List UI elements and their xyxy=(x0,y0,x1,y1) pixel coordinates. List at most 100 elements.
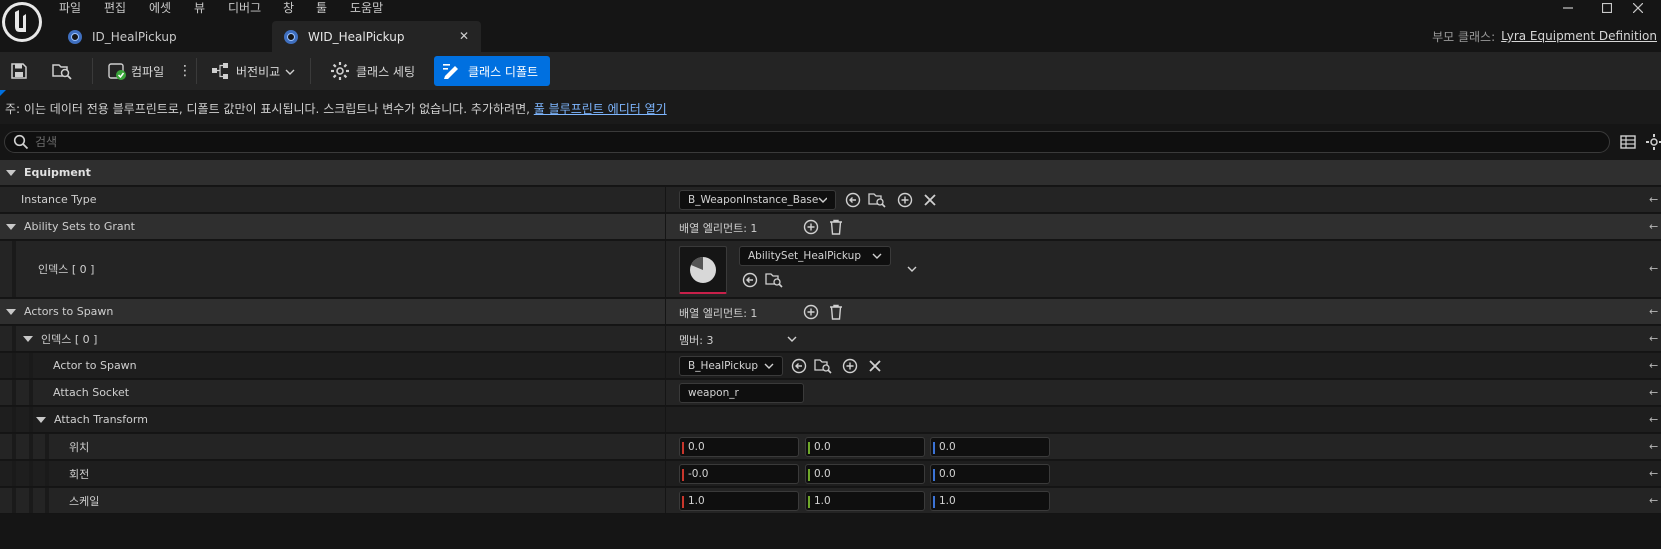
table-view-button[interactable] xyxy=(1620,134,1636,150)
column-splitter[interactable] xyxy=(665,299,666,324)
search-input[interactable] xyxy=(35,134,1535,150)
save-button[interactable] xyxy=(10,56,32,86)
add-icon[interactable] xyxy=(896,191,914,209)
unreal-logo-icon[interactable] xyxy=(0,0,46,46)
category-label: Equipment xyxy=(24,166,91,179)
toolbar-separator xyxy=(92,58,93,84)
property-ability-sets[interactable]: Ability Sets to Grant 배열 엘리먼트: 1 ← xyxy=(0,214,1661,240)
compile-button[interactable]: 컴파일 xyxy=(107,56,164,86)
tab-id-healpickup[interactable]: ID_HealPickup xyxy=(56,21,271,52)
trash-icon[interactable] xyxy=(827,218,845,236)
property-label: Attach Socket xyxy=(53,386,130,399)
add-element-icon[interactable] xyxy=(802,303,820,321)
collapse-arrow-icon[interactable] xyxy=(6,223,16,230)
column-splitter[interactable] xyxy=(665,326,666,351)
array-count: 배열 엘리먼트: 1 xyxy=(679,222,758,235)
use-selected-icon[interactable] xyxy=(790,357,808,375)
menu-window[interactable]: 창 xyxy=(283,0,294,16)
dropdown-value: B_HealPickup xyxy=(688,360,759,372)
chevron-down-icon xyxy=(872,253,882,259)
attach-socket-input[interactable]: weapon_r xyxy=(679,383,804,403)
collapse-arrow-icon[interactable] xyxy=(6,308,16,315)
reset-to-default-icon[interactable]: ← xyxy=(1649,386,1661,399)
instance-type-dropdown[interactable]: B_WeaponInstance_Base xyxy=(679,190,836,210)
browse-button[interactable] xyxy=(52,56,74,86)
reset-to-default-icon[interactable]: ← xyxy=(1649,332,1661,345)
reset-to-default-icon[interactable]: ← xyxy=(1649,359,1661,372)
column-splitter[interactable] xyxy=(665,488,666,513)
scale-x-input[interactable]: 1.0 xyxy=(679,491,799,511)
scale-z-input[interactable]: 1.0 xyxy=(930,491,1050,511)
rotation-z-input[interactable]: 0.0 xyxy=(930,464,1050,484)
menu-tools[interactable]: 툴 xyxy=(316,0,327,16)
scale-y-input[interactable]: 1.0 xyxy=(805,491,925,511)
property-attach-socket: Attach Socket weapon_r ← xyxy=(0,380,1661,406)
category-equipment[interactable]: Equipment xyxy=(0,160,1661,186)
class-defaults-button[interactable]: 클래스 디폴트 xyxy=(434,56,551,86)
browse-asset-icon[interactable] xyxy=(814,357,832,375)
trash-icon[interactable] xyxy=(827,303,845,321)
menu-file[interactable]: 파일 xyxy=(59,0,81,16)
column-splitter[interactable] xyxy=(665,241,666,297)
rotation-x-input[interactable]: -0.0 xyxy=(679,464,799,484)
reset-to-default-icon[interactable]: ← xyxy=(1649,193,1661,206)
class-settings-button[interactable]: 클래스 세팅 xyxy=(330,56,415,86)
actors-index-0[interactable]: 인덱스 [ 0 ] 멤버: 3 ← xyxy=(0,326,1661,352)
reset-to-default-icon[interactable]: ← xyxy=(1649,467,1661,480)
browse-asset-icon[interactable] xyxy=(868,191,886,209)
menu-debug[interactable]: 디버그 xyxy=(228,0,261,16)
browse-asset-icon[interactable] xyxy=(765,271,783,289)
reset-to-default-icon[interactable]: ← xyxy=(1649,220,1661,233)
collapse-arrow-icon[interactable] xyxy=(23,335,33,342)
column-splitter[interactable] xyxy=(665,353,666,378)
collapse-arrow-icon[interactable] xyxy=(36,416,46,423)
folder-search-icon xyxy=(52,64,72,80)
use-selected-icon[interactable] xyxy=(844,191,862,209)
blueprint-icon xyxy=(68,29,82,44)
clear-icon[interactable] xyxy=(866,357,884,375)
compile-options-button[interactable]: ⋮ xyxy=(178,56,192,86)
diff-label: 버전비교 xyxy=(236,64,281,79)
column-splitter[interactable] xyxy=(665,380,666,405)
column-splitter[interactable] xyxy=(665,461,666,486)
collapse-arrow-icon[interactable] xyxy=(6,169,16,176)
blueprint-icon xyxy=(284,29,298,44)
reset-to-default-icon[interactable]: ← xyxy=(1649,440,1661,453)
diff-button[interactable]: 버전비교 xyxy=(211,56,295,86)
property-attach-transform[interactable]: Attach Transform ← xyxy=(0,407,1661,433)
expand-chevron-icon[interactable] xyxy=(783,330,801,348)
add-icon[interactable] xyxy=(841,357,859,375)
location-z-input[interactable]: 0.0 xyxy=(930,437,1050,457)
reset-to-default-icon[interactable]: ← xyxy=(1649,413,1661,426)
parent-class-link[interactable]: Lyra Equipment Definition xyxy=(1501,29,1657,43)
menu-asset[interactable]: 에셋 xyxy=(149,0,171,16)
settings-button[interactable] xyxy=(1645,133,1661,151)
menu-edit[interactable]: 편집 xyxy=(104,0,126,16)
column-splitter[interactable] xyxy=(665,434,666,459)
clear-icon[interactable] xyxy=(921,191,939,209)
close-window-button[interactable] xyxy=(1615,0,1661,16)
reset-to-default-icon[interactable]: ← xyxy=(1649,305,1661,318)
location-y-input[interactable]: 0.0 xyxy=(805,437,925,457)
tab-wid-healpickup[interactable]: WID_HealPickup ✕ xyxy=(272,21,481,52)
menu-help[interactable]: 도움말 xyxy=(350,0,383,16)
index-label: 인덱스 [ 0 ] xyxy=(41,332,98,346)
add-element-icon[interactable] xyxy=(802,218,820,236)
reset-to-default-icon[interactable]: ← xyxy=(1649,262,1661,275)
reset-to-default-icon[interactable]: ← xyxy=(1649,494,1661,507)
close-tab-icon[interactable]: ✕ xyxy=(459,29,469,43)
open-full-editor-link[interactable]: 풀 블루프린트 에디터 열기 xyxy=(534,102,667,116)
column-splitter[interactable] xyxy=(665,407,666,432)
rotation-y-input[interactable]: 0.0 xyxy=(805,464,925,484)
column-splitter[interactable] xyxy=(665,187,666,212)
menu-view[interactable]: 뷰 xyxy=(194,0,205,16)
actor-class-dropdown[interactable]: B_HealPickup xyxy=(679,356,783,376)
property-actors-to-spawn[interactable]: Actors to Spawn 배열 엘리먼트: 1 ← xyxy=(0,299,1661,325)
property-actor-to-spawn: Actor to Spawn B_HealPickup ← xyxy=(0,353,1661,379)
ability-set-dropdown[interactable]: AbilitySet_HealPickup xyxy=(739,246,891,266)
expand-chevron-icon[interactable] xyxy=(903,260,921,278)
location-x-input[interactable]: 0.0 xyxy=(679,437,799,457)
use-selected-icon[interactable] xyxy=(741,271,759,289)
column-splitter[interactable] xyxy=(665,214,666,239)
asset-thumbnail[interactable] xyxy=(679,246,727,294)
